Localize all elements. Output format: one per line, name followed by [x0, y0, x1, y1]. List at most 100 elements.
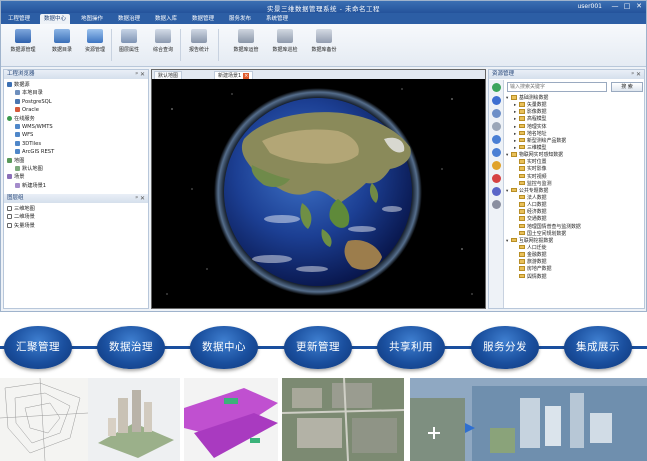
search-input[interactable]: [507, 82, 607, 92]
menu-item-data-center[interactable]: 数据中心: [40, 14, 71, 24]
tree-node[interactable]: 默认地图: [7, 165, 145, 173]
db-inspection-button[interactable]: 数据库巡检: [266, 27, 304, 63]
tree-node[interactable]: 实时视频: [506, 173, 644, 181]
stage-aggregate: 汇聚管理: [4, 326, 72, 369]
pin-icon[interactable]: ᵖ ✕: [631, 70, 641, 79]
service-icon: [15, 140, 20, 146]
collapse-icon[interactable]: [491, 135, 501, 144]
folder-icon: [511, 152, 517, 157]
tree-node[interactable]: 3DTiles: [7, 140, 145, 148]
tree-node[interactable]: 舆情数据: [506, 273, 644, 281]
tree-node[interactable]: 在线服务: [7, 115, 145, 123]
checkbox-icon[interactable]: [7, 222, 12, 228]
tree-node[interactable]: 监控与监测: [506, 180, 644, 188]
folder-icon: [519, 244, 525, 250]
tree-node[interactable]: ▸ 高程模型: [506, 116, 644, 123]
layer-item[interactable]: 三维地图: [7, 205, 145, 213]
menu-item-data-manage[interactable]: 数据管理: [188, 14, 218, 24]
query-button[interactable]: 综合查询: [144, 27, 182, 63]
layer-item[interactable]: 二维场景: [7, 213, 145, 221]
info-icon[interactable]: [491, 174, 501, 183]
tree-node[interactable]: 地理国情普查与监测数据: [506, 223, 644, 231]
folder-icon: [519, 166, 525, 171]
folder-icon: [519, 144, 525, 150]
server-icon: [238, 29, 254, 43]
tree-node[interactable]: WMS/WMTS: [7, 123, 145, 131]
folder-icon: [519, 130, 525, 136]
layer-list: 三维地图 二维场景 矢量场景: [4, 203, 148, 232]
download-icon[interactable]: [491, 161, 501, 170]
tree-node[interactable]: PostgreSQL: [7, 98, 145, 106]
tree-node[interactable]: 实时影像: [506, 166, 644, 173]
layer-item[interactable]: 矢量场景: [7, 222, 145, 230]
layer-properties-button[interactable]: 图层属性: [110, 27, 148, 63]
globe-view[interactable]: [152, 79, 486, 309]
refresh-icon[interactable]: [491, 83, 501, 92]
settings-icon[interactable]: [491, 187, 501, 196]
layer-icon: [121, 29, 137, 43]
tree-node[interactable]: WFS: [7, 131, 145, 139]
menu-item-publish[interactable]: 服务发布: [225, 14, 255, 24]
ribbon-toolbar: 数据源管理 数据目录 资源管理 图层属性 综合查询 报告统计 数据库运管 数据库…: [1, 24, 646, 67]
resource-tree: ▾ 基础测绘数据 ▸ 矢量数据 ▸ 影像数据 ▸ 高程模型 ▸ 地理实体 ▸ 地名地址 ▸ 新…: [506, 95, 644, 281]
tree-node[interactable]: 房地产数据: [506, 266, 644, 273]
tree-node[interactable]: ▾ 公共专题数据: [506, 187, 644, 195]
3d-city-scene-image: [410, 378, 647, 461]
db-backup-button[interactable]: 数据库备份: [305, 27, 343, 63]
bim-model-image: [184, 378, 278, 461]
pin-icon[interactable]: ᵖ ✕: [135, 70, 145, 79]
checkbox-icon[interactable]: [7, 214, 12, 220]
stage-share: 共享利用: [377, 326, 445, 369]
current-user[interactable]: user001: [577, 3, 602, 10]
tree-node[interactable]: 国土空间规划数据: [506, 230, 644, 238]
tree-node[interactable]: 新建场景1: [7, 182, 145, 190]
menu-item-system[interactable]: 系统管理: [262, 14, 292, 24]
tree-node[interactable]: ▾ 互联网挖掘数据: [506, 237, 644, 245]
tab-default-map[interactable]: 默认地图: [154, 71, 183, 79]
tab-new-scene[interactable]: 新建场景1 ×: [214, 71, 254, 79]
tree-node[interactable]: 地图: [7, 157, 145, 165]
search-button[interactable]: 搜 索: [611, 82, 643, 92]
resource-manage-button[interactable]: 资源管理: [76, 27, 114, 63]
catalog-icon: [54, 29, 70, 43]
folder-icon: [519, 266, 525, 271]
folder-icon: [519, 123, 525, 129]
minimize-icon[interactable]: —: [610, 2, 620, 11]
tree-node[interactable]: 数据源: [7, 81, 145, 89]
backup-icon: [316, 29, 332, 43]
folder-icon: [511, 95, 517, 100]
datasource-manage-button[interactable]: 数据源管理: [4, 27, 42, 63]
query-icon: [155, 29, 171, 43]
ribbon-separator: [218, 29, 219, 61]
resource-search: 搜 索: [507, 82, 643, 92]
expand-icon[interactable]: [491, 148, 501, 157]
tree-node[interactable]: ▸ 地名地址: [506, 130, 644, 138]
menu-item-ingest[interactable]: 数据入库: [151, 14, 181, 24]
database-icon: [7, 82, 12, 87]
report-statistics-button[interactable]: 报告统计: [180, 27, 218, 63]
edit-icon[interactable]: [491, 109, 501, 118]
menu-item-project[interactable]: 工程管理: [4, 14, 34, 24]
tree-node[interactable]: 交通数据: [506, 216, 644, 223]
tree-node[interactable]: ArcGIS REST: [7, 148, 145, 156]
scene-icon: [7, 174, 12, 180]
add-icon[interactable]: [491, 96, 501, 105]
close-icon[interactable]: ✕: [634, 2, 644, 11]
move-icon[interactable]: [491, 122, 501, 131]
folder-icon: [519, 209, 525, 214]
checkbox-icon[interactable]: [7, 206, 12, 212]
tools-icon[interactable]: [491, 200, 501, 209]
tree-node[interactable]: ▸ 新型测绘产品数据: [506, 137, 644, 145]
maximize-icon[interactable]: □: [622, 2, 632, 11]
tree-node[interactable]: 场景: [7, 173, 145, 181]
tree-node[interactable]: Oracle: [7, 106, 145, 114]
cad-drawing-image: [0, 378, 88, 461]
menu-item-governance[interactable]: 数据治理: [114, 14, 144, 24]
tree-node[interactable]: 本地目录: [7, 89, 145, 97]
pin-icon[interactable]: ᵖ ✕: [135, 194, 145, 203]
report-icon: [191, 29, 207, 43]
map-viewport[interactable]: 默认地图 新建场景1 ×: [151, 69, 486, 309]
tree-node[interactable]: ▸ 地理实体: [506, 123, 644, 131]
db-operation-button[interactable]: 数据库运管: [227, 27, 265, 63]
menu-item-map-ops[interactable]: 地图操作: [77, 14, 107, 24]
